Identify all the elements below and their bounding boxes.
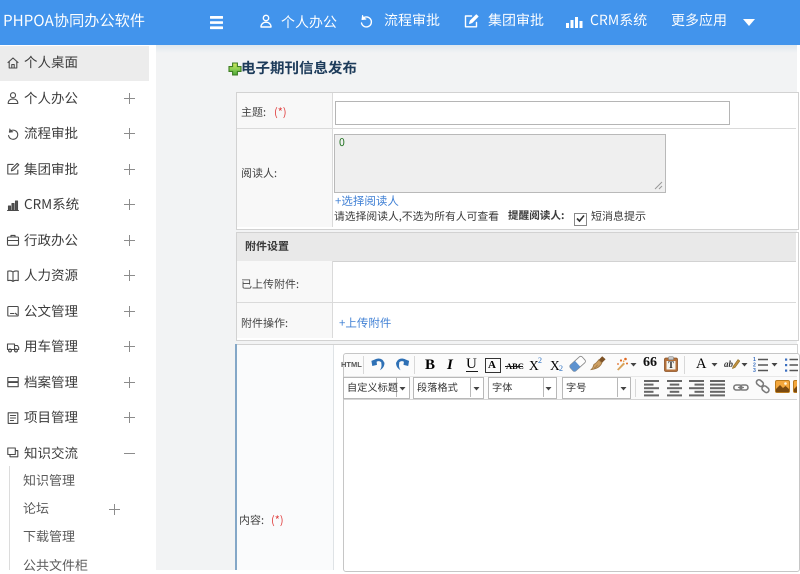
svg-text:T: T [668, 360, 674, 370]
svg-text:3: 3 [753, 368, 756, 372]
svg-text:ab: ab [724, 359, 734, 369]
